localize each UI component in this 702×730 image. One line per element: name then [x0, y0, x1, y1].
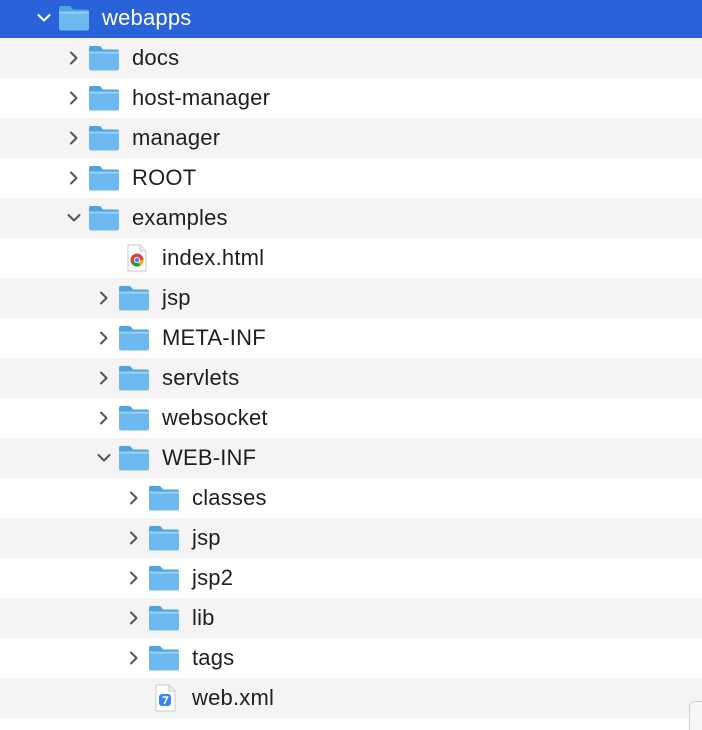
tree-item-label: host-manager: [132, 85, 271, 110]
tree-row-root[interactable]: ROOT: [0, 158, 702, 198]
folder-icon: [118, 324, 150, 352]
tree-item-label: examples: [132, 205, 228, 230]
tree-row-jsp[interactable]: jsp: [0, 278, 702, 318]
tree-row-lib[interactable]: lib: [0, 598, 702, 638]
tree-row-servlets[interactable]: servlets: [0, 358, 702, 398]
tree-row-webapps[interactable]: webapps: [0, 0, 702, 38]
tree-item-label: META-INF: [162, 325, 266, 350]
tree-item-label: jsp2: [192, 565, 234, 590]
tree-item-label: ROOT: [132, 165, 197, 190]
tree-item-label: index.html: [162, 245, 265, 270]
tree-item-label: servlets: [162, 365, 240, 390]
tree-row-jsp2[interactable]: jsp2: [0, 558, 702, 598]
chevron-down-icon[interactable]: [34, 0, 54, 38]
chevron-right-icon[interactable]: [124, 558, 144, 598]
tree-item-label: jsp: [192, 525, 221, 550]
folder-icon: [118, 404, 150, 432]
chevron-right-icon[interactable]: [64, 118, 84, 158]
tree-row-websocket[interactable]: websocket: [0, 398, 702, 438]
folder-icon: [58, 4, 90, 32]
folder-icon: [148, 644, 180, 672]
tree-item-label: docs: [132, 45, 180, 70]
folder-icon: [88, 164, 120, 192]
tree-row-index-html[interactable]: index.html: [0, 238, 702, 278]
tree-row-tags[interactable]: tags: [0, 638, 702, 678]
chevron-down-icon[interactable]: [64, 198, 84, 238]
folder-icon: [148, 484, 180, 512]
tree-item-label: web.xml: [192, 685, 275, 710]
tree-item-label: WEB-INF: [162, 445, 257, 470]
chevron-right-icon[interactable]: [64, 158, 84, 198]
folder-icon: [118, 444, 150, 472]
folder-icon: [118, 284, 150, 312]
folder-icon: [88, 204, 120, 232]
tree-item-label: classes: [192, 485, 267, 510]
scrollbar-corner[interactable]: [689, 701, 702, 730]
file-tree: webapps docs host-manager manager ROOT exampl…: [0, 0, 702, 718]
tree-row-classes[interactable]: classes: [0, 478, 702, 518]
tree-item-label: webapps: [102, 5, 192, 30]
chevron-right-icon[interactable]: [94, 318, 114, 358]
folder-icon: [88, 84, 120, 112]
chevron-right-icon[interactable]: [124, 478, 144, 518]
tree-item-label: websocket: [162, 405, 268, 430]
folder-icon: [148, 604, 180, 632]
tree-item-label: tags: [192, 645, 235, 670]
tree-item-label: jsp: [162, 285, 191, 310]
xml-file-icon: [150, 684, 182, 712]
chevron-down-icon[interactable]: [94, 438, 114, 478]
chevron-right-icon[interactable]: [64, 78, 84, 118]
tree-row-manager[interactable]: manager: [0, 118, 702, 158]
folder-icon: [88, 44, 120, 72]
tree-row-web-inf[interactable]: WEB-INF: [0, 438, 702, 478]
tree-row-meta-inf[interactable]: META-INF: [0, 318, 702, 358]
folder-icon: [148, 564, 180, 592]
html-file-icon: [120, 244, 152, 272]
tree-row-host-manager[interactable]: host-manager: [0, 78, 702, 118]
tree-row-examples[interactable]: examples: [0, 198, 702, 238]
tree-row-jsp[interactable]: jsp: [0, 518, 702, 558]
chevron-right-icon[interactable]: [124, 518, 144, 558]
folder-icon: [118, 364, 150, 392]
tree-item-label: lib: [192, 605, 215, 630]
tree-item-label: manager: [132, 125, 221, 150]
folder-icon: [88, 124, 120, 152]
chevron-right-icon[interactable]: [64, 38, 84, 78]
chevron-right-icon[interactable]: [124, 598, 144, 638]
tree-row-web-xml[interactable]: web.xml: [0, 678, 702, 718]
folder-icon: [148, 524, 180, 552]
chevron-right-icon[interactable]: [94, 358, 114, 398]
chevron-right-icon[interactable]: [94, 398, 114, 438]
chevron-right-icon[interactable]: [94, 278, 114, 318]
chevron-right-icon[interactable]: [124, 638, 144, 678]
tree-row-docs[interactable]: docs: [0, 38, 702, 78]
